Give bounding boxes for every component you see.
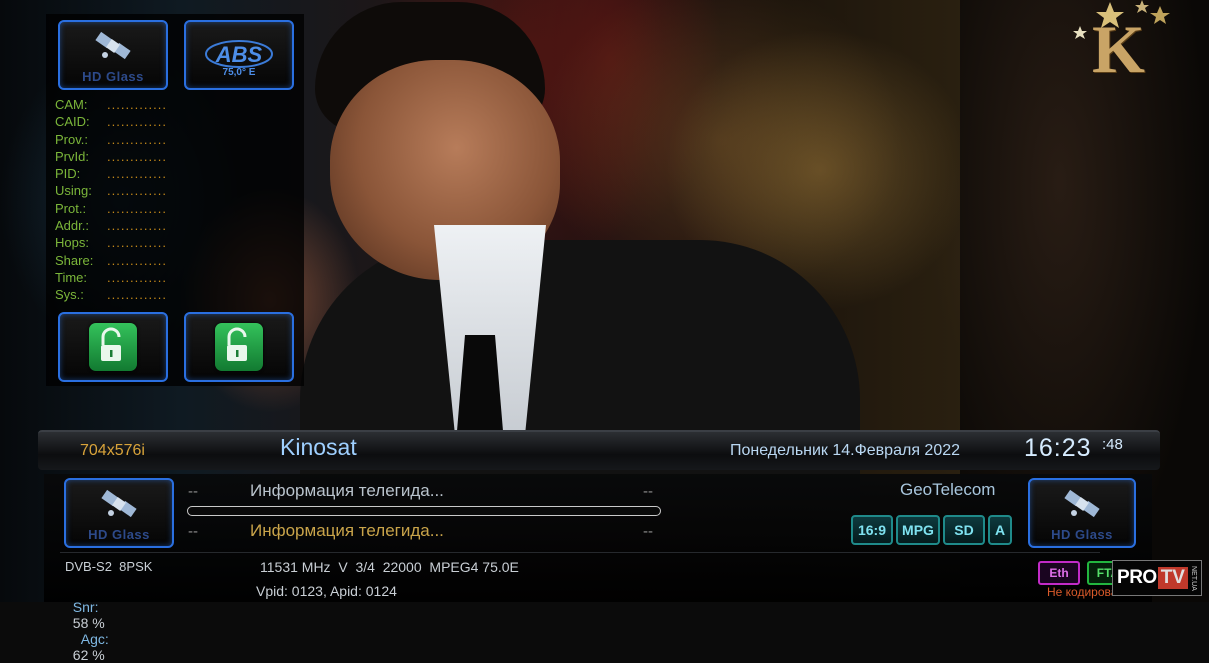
hd-glass-button[interactable]: HD Glass <box>58 20 168 90</box>
field-value: ............. <box>107 252 167 268</box>
field-value: ............. <box>107 148 167 164</box>
hd-glass-label: HD Glass <box>1051 527 1113 542</box>
codec-badge: MPG <box>896 515 940 545</box>
tuner-system: DVB-S2 8PSK <box>65 559 153 574</box>
agc-value: 62 % <box>72 647 105 663</box>
satellite-icon <box>95 31 131 60</box>
field-row-time: Time:............. <box>55 269 167 286</box>
hd-glass-left-button[interactable]: HD Glass <box>64 478 174 548</box>
watermark-net: NET.UA <box>1189 565 1197 591</box>
ethernet-badge: Eth <box>1038 561 1080 585</box>
field-row-using: Using:............. <box>55 182 167 199</box>
field-key: Addr.: <box>55 218 89 234</box>
epg-now-end: -- <box>643 483 653 500</box>
agc-label: Agc: <box>80 631 109 647</box>
field-key: Hops: <box>55 235 89 251</box>
abs-position-text: 75,0° E <box>222 67 256 78</box>
field-key: Time: <box>55 269 88 285</box>
protv-watermark: PRO TV NET.UA <box>1112 560 1202 596</box>
badge-text: A <box>994 522 1006 538</box>
field-value: ............. <box>107 131 167 147</box>
epg-now-start: -- <box>188 483 198 500</box>
field-row-prvid: PrvId:............. <box>55 148 167 165</box>
softcam-field-list: CAM:............. CAID:............. Pro… <box>55 96 167 304</box>
field-key: Prot.: <box>55 200 87 216</box>
abs-satellite-button[interactable]: ABS 75,0° E <box>184 20 294 90</box>
field-row-addr: Addr.:............. <box>55 217 167 234</box>
badge-text: Eth <box>1049 566 1069 580</box>
field-value: ............. <box>107 235 167 251</box>
field-row-share: Share:............. <box>55 252 167 269</box>
epg-now-title: Информация телегида... <box>250 481 444 500</box>
badge-text: 16:9 <box>857 522 887 538</box>
hd-glass-right-button[interactable]: HD Glass <box>1028 478 1136 548</box>
clock-seconds: :48 <box>1102 436 1123 453</box>
current-date: Понедельник 14.Февраля 2022 <box>730 442 961 459</box>
infobar-title-bar <box>38 430 1160 470</box>
video-resolution: 704x576i <box>80 442 145 459</box>
field-row-prot: Prot.:............. <box>55 200 167 217</box>
provider-name: GeoTelecom <box>900 480 996 499</box>
field-value: ............. <box>107 183 167 199</box>
epg-next-title: Информация телегида... <box>250 521 444 540</box>
sd-badge: SD <box>943 515 985 545</box>
signal-levels: Snr: 58 % Agc: 62 % <box>65 583 109 663</box>
badge-text: MPG <box>902 522 934 538</box>
epg-next-end: -- <box>643 523 653 540</box>
clock-time: 16:23 <box>1024 434 1092 462</box>
field-row-sys: Sys.:............. <box>55 286 167 303</box>
field-value: ............. <box>107 97 167 112</box>
satellite-icon <box>1064 489 1100 518</box>
abs-logo-text: ABS <box>215 42 263 67</box>
logo-letter: K <box>1092 11 1145 87</box>
epg-progress-bar <box>187 506 661 516</box>
field-key: Prov.: <box>55 131 88 147</box>
badge-text: SD <box>954 522 974 538</box>
unlock-button-2[interactable] <box>184 312 294 382</box>
field-row-pid: PID:............. <box>55 165 167 182</box>
field-value: ............. <box>107 166 167 182</box>
field-value: ............. <box>107 200 167 216</box>
watermark-pro: PRO <box>1117 567 1157 588</box>
field-key: CAID: <box>55 114 90 130</box>
stream-pids: Vpid: 0123, Apid: 0124 <box>256 583 397 599</box>
field-key: PID: <box>55 166 81 182</box>
divider <box>60 552 1100 553</box>
field-row-prov: Prov.:............. <box>55 131 167 148</box>
field-row-cam: CAM:............. <box>55 96 167 113</box>
unlock-icon <box>215 323 263 371</box>
field-row-hops: Hops:............. <box>55 234 167 251</box>
snr-value: 58 % <box>72 615 105 631</box>
hd-glass-label: HD Glass <box>82 69 144 84</box>
field-value: ............. <box>107 114 167 130</box>
field-key: Using: <box>55 183 92 199</box>
field-value: ............. <box>107 269 167 285</box>
field-key: PrvId: <box>55 148 89 164</box>
snr-label: Snr: <box>72 599 99 615</box>
audio-badge: A <box>988 515 1012 545</box>
epg-next-start: -- <box>188 523 198 540</box>
satellite-icon <box>101 489 137 518</box>
field-key: Share: <box>55 252 94 268</box>
field-value: ............. <box>107 218 167 234</box>
unlock-button-1[interactable] <box>58 312 168 382</box>
field-value: ............. <box>107 287 167 303</box>
watermark-tv: TV <box>1157 567 1188 589</box>
aspect-ratio-badge: 16:9 <box>851 515 893 545</box>
channel-name: Kinosat <box>280 434 357 460</box>
field-key: CAM: <box>55 97 88 112</box>
field-key: Sys.: <box>55 287 84 303</box>
unlock-icon <box>89 323 137 371</box>
tuner-frequency: 11531 MHz V 3/4 22000 MPEG4 75.0E <box>260 559 519 575</box>
field-row-caid: CAID:............. <box>55 113 167 130</box>
channel-logo: K <box>1070 0 1180 90</box>
hd-glass-label: HD Glass <box>88 527 150 542</box>
